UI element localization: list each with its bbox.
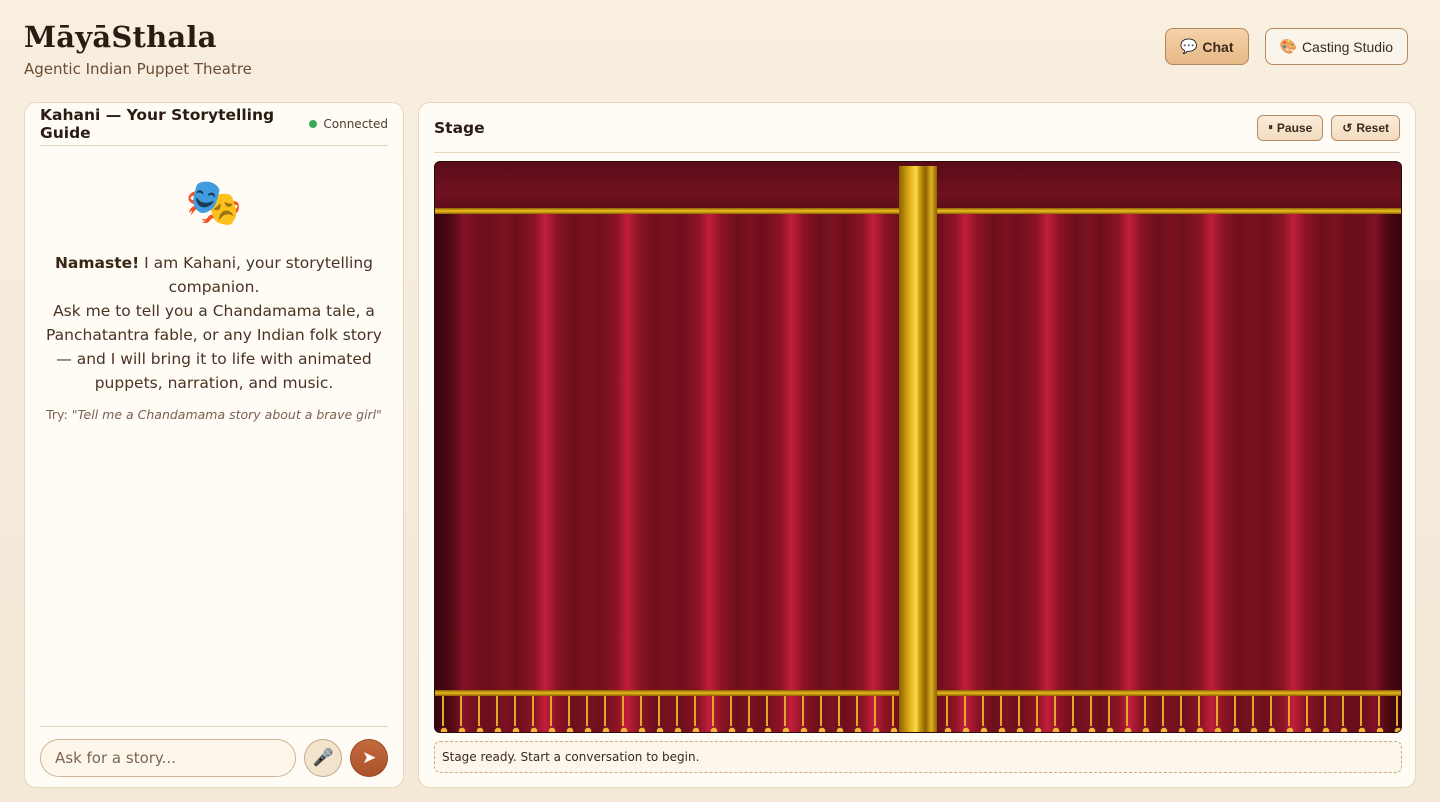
- palette-icon: 🎨: [1279, 38, 1297, 54]
- casting-studio-label: Casting Studio: [1301, 38, 1393, 55]
- top-nav: 💬 Chat 🎨 Casting Studio: [1164, 28, 1408, 65]
- stage-panel: Stage ⏸ Pause ↺ Reset Stage ready. Start…: [418, 102, 1416, 788]
- welcome-text: Namaste! I am Kahani, your storytelling …: [40, 251, 388, 395]
- casting-studio-button[interactable]: 🎨 Casting Studio: [1264, 28, 1408, 65]
- right-curtain-shade: [1341, 214, 1401, 732]
- send-arrow-icon: ➤: [362, 748, 377, 768]
- reset-button[interactable]: ↺ Reset: [1331, 114, 1400, 141]
- pause-label: Pause: [1276, 120, 1313, 135]
- chat-tab-label: Chat: [1202, 38, 1234, 55]
- story-input[interactable]: [40, 739, 297, 777]
- reset-label: Reset: [1356, 120, 1389, 135]
- status-dot-icon: [309, 120, 318, 128]
- greeting-bold: Namaste!: [54, 254, 140, 272]
- left-curtain: [435, 214, 901, 732]
- chat-header: Kahani — Your Storytelling Guide Connect…: [40, 103, 388, 146]
- center-gold-pole: [899, 166, 937, 732]
- send-button[interactable]: ➤: [350, 739, 389, 777]
- pause-icon: ⏸: [1268, 122, 1273, 132]
- microphone-icon: 🎤: [312, 748, 334, 768]
- left-curtain-shade: [435, 214, 495, 732]
- stage-title: Stage: [434, 118, 485, 137]
- try-label: Try:: [46, 407, 72, 422]
- right-curtain: [937, 214, 1401, 732]
- reset-icon: ↺: [1342, 120, 1353, 135]
- puppet-stage-canvas[interactable]: [434, 161, 1402, 733]
- status-text: Connected: [323, 117, 388, 131]
- connection-status: Connected: [309, 117, 388, 131]
- welcome-body: Ask me to tell you a Chandamama tale, a …: [46, 302, 382, 392]
- stage-status-bar: Stage ready. Start a conversation to beg…: [434, 741, 1402, 773]
- chat-input-bar: 🎤 ➤: [40, 726, 389, 789]
- app-header: MāyāSthala Agentic Indian Puppet Theatre: [24, 20, 252, 78]
- pause-button[interactable]: ⏸ Pause: [1257, 114, 1324, 141]
- theatre-masks-icon: 🎭: [185, 175, 243, 229]
- mic-button[interactable]: 🎤: [304, 739, 343, 777]
- try-example[interactable]: "Tell me a Chandamama story about a brav…: [72, 407, 382, 422]
- speech-bubble-icon: 💬: [1179, 38, 1198, 54]
- app-title: MāyāSthala: [24, 20, 217, 54]
- chat-panel: Kahani — Your Storytelling Guide Connect…: [24, 102, 404, 788]
- app-subtitle: Agentic Indian Puppet Theatre: [24, 60, 252, 78]
- chat-tab-button[interactable]: 💬 Chat: [1164, 28, 1249, 65]
- stage-controls: ⏸ Pause ↺ Reset: [1257, 114, 1400, 141]
- greeting-rest: I am Kahani, your storytelling companion…: [139, 254, 374, 296]
- chat-title: Kahani — Your Storytelling Guide: [40, 106, 275, 142]
- stage-header: Stage ⏸ Pause ↺ Reset: [434, 103, 1400, 153]
- welcome-message: 🎭 Namaste! I am Kahani, your storytellin…: [40, 179, 388, 422]
- try-hint: Try: "Tell me a Chandamama story about a…: [40, 407, 388, 422]
